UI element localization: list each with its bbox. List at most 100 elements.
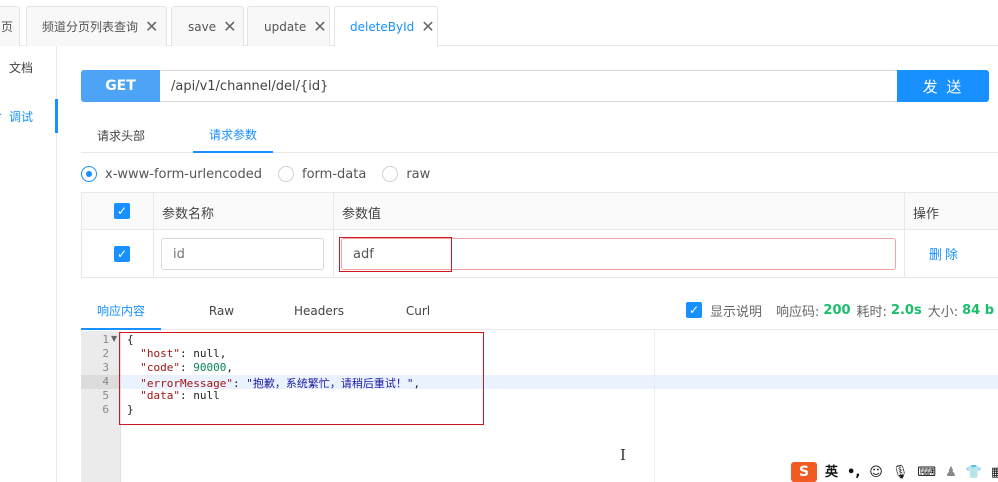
- radio-urlencoded[interactable]: x-www-form-urlencoded: [81, 166, 262, 182]
- nav-debug-label: 调试: [9, 109, 34, 124]
- code-key: "data": [140, 389, 180, 402]
- ime-punctuation-icon[interactable]: •,: [847, 466, 860, 479]
- status-code-value: 200: [823, 302, 851, 318]
- response-tabs: 响应内容 Raw Headers Curl ✓ 显示说明 响应码: 200 耗时…: [81, 292, 998, 330]
- time-value: 2.0s: [890, 302, 922, 318]
- radio-label: form-data: [302, 166, 367, 182]
- left-nav: 文档 · 调试: [0, 46, 58, 482]
- code-line: {: [127, 333, 134, 346]
- param-value-input[interactable]: adf: [341, 238, 896, 270]
- delete-row-button[interactable]: 删除: [929, 244, 961, 263]
- sogou-logo-icon[interactable]: S: [791, 462, 817, 482]
- size-value: 84 b: [962, 302, 995, 318]
- param-name-input[interactable]: id: [161, 238, 324, 270]
- line-number: 5: [102, 389, 109, 402]
- code-token: : null,: [180, 347, 227, 360]
- show-description-checkbox[interactable]: ✓: [686, 302, 702, 318]
- column-divider: [904, 193, 905, 277]
- method-select[interactable]: GET: [81, 70, 160, 102]
- tab-response-headers[interactable]: Headers: [288, 292, 350, 330]
- line-number: 6: [102, 403, 109, 416]
- response-meta: ✓ 显示说明 响应码: 200 耗时: 2.0s 大小: 84 b: [686, 292, 998, 328]
- emoji-icon[interactable]: ☺: [869, 466, 883, 479]
- radio-raw[interactable]: raw: [382, 166, 430, 182]
- line-number: 3: [102, 361, 109, 374]
- code-token: ,: [413, 377, 421, 390]
- radio-form-data[interactable]: form-data: [278, 166, 366, 182]
- tab-label: 页: [0, 20, 13, 34]
- line-number: 2: [102, 347, 109, 360]
- tab-label: update: [264, 19, 307, 34]
- code-line: "data": null: [127, 389, 220, 402]
- nav-marker-icon: ·: [0, 110, 2, 121]
- column-header-value: 参数值: [342, 207, 382, 222]
- close-icon[interactable]: ✕: [313, 18, 326, 35]
- request-tabs: 请求头部 请求参数: [81, 117, 998, 153]
- tab-update[interactable]: update ✕: [247, 6, 330, 46]
- select-all-checkbox[interactable]: ✓: [114, 203, 130, 219]
- tab-request-params[interactable]: 请求参数: [193, 117, 273, 153]
- code-token: :: [232, 377, 247, 390]
- code-token: {: [127, 333, 134, 346]
- show-description-label: 显示说明: [710, 304, 763, 320]
- keyboard-icon[interactable]: ⌨: [917, 466, 936, 479]
- code-number: 90000: [193, 361, 227, 374]
- fold-toggle-icon[interactable]: ▼: [111, 334, 117, 343]
- code-token: }: [127, 403, 134, 416]
- ime-language-toggle[interactable]: 英: [825, 466, 838, 479]
- send-button[interactable]: 发 送: [897, 70, 989, 102]
- radio-unchecked-icon: [278, 166, 295, 182]
- code-token: : null: [180, 389, 220, 402]
- code-string: "抱歉，系统繁忙，请稍后重试！": [246, 377, 414, 390]
- tab-channel-list[interactable]: 频道分页列表查询 ✕: [26, 6, 167, 46]
- nav-active-indicator: [55, 99, 58, 133]
- code-line: "host": null,: [127, 347, 226, 360]
- tab-label: deleteById: [350, 20, 415, 34]
- tab-label: 频道分页列表查询: [42, 20, 139, 34]
- code-key: "host": [140, 347, 180, 360]
- status-code-label: 响应码:: [776, 304, 820, 320]
- code-token: :: [180, 361, 194, 374]
- tab-response-content[interactable]: 响应内容: [81, 292, 161, 330]
- column-header-name: 参数名称: [162, 207, 215, 222]
- ime-toolbar: S 英 •, ☺ 🎙 ⌨ ♟ 👕 ▦: [791, 462, 998, 482]
- tab-delete-by-id[interactable]: deleteById ✕: [334, 6, 438, 47]
- url-input[interactable]: /api/v1/channel/del/{id}: [160, 70, 898, 102]
- code-line: "code": 90000,: [127, 361, 233, 374]
- tab-bar: 页 频道分页列表查询 ✕ save ✕ update ✕ deleteById …: [0, 0, 998, 47]
- skin-shirt-icon[interactable]: 👕: [966, 466, 982, 479]
- close-icon[interactable]: ✕: [223, 18, 236, 35]
- radio-checked-icon: [81, 166, 97, 182]
- size-label: 大小:: [927, 304, 959, 320]
- tab-request-headers[interactable]: 请求头部: [81, 117, 161, 153]
- response-editor[interactable]: ▼ 1 2 3 4 5 6 { "host": null, "code": 90…: [81, 331, 998, 482]
- nav-doc[interactable]: 文档: [9, 59, 33, 76]
- tab-save[interactable]: save ✕: [171, 6, 244, 46]
- nav-debug[interactable]: · 调试: [0, 99, 58, 133]
- microphone-icon[interactable]: 🎙: [892, 466, 909, 479]
- line-number: 1: [102, 333, 109, 346]
- params-table: ✓ 参数名称 参数值 操作 ✓ id adf 删除: [81, 192, 998, 278]
- radio-unchecked-icon: [382, 166, 399, 182]
- close-icon[interactable]: ✕: [421, 19, 434, 35]
- code-token: ,: [226, 361, 233, 374]
- time-label: 耗时:: [856, 304, 887, 320]
- close-icon[interactable]: ✕: [145, 18, 158, 35]
- user-icon[interactable]: ♟: [945, 466, 957, 479]
- code-line: }: [127, 403, 134, 416]
- column-header-action: 操作: [913, 207, 940, 222]
- grid-menu-icon[interactable]: ▦: [991, 466, 998, 479]
- print-margin: [654, 331, 655, 482]
- column-divider: [333, 193, 334, 277]
- tab-home[interactable]: 页: [0, 6, 20, 46]
- tab-response-curl[interactable]: Curl: [393, 292, 443, 330]
- request-url-row: GET /api/v1/channel/del/{id} 发 送: [81, 70, 989, 102]
- line-number: 4: [102, 375, 109, 388]
- radio-label: raw: [406, 166, 431, 182]
- code-key: "code": [140, 361, 180, 374]
- tab-response-raw[interactable]: Raw: [194, 292, 249, 330]
- radio-label: x-www-form-urlencoded: [105, 166, 263, 182]
- text-cursor-icon: I: [620, 446, 626, 464]
- row-checkbox[interactable]: ✓: [114, 246, 130, 262]
- params-table-header: [82, 193, 998, 230]
